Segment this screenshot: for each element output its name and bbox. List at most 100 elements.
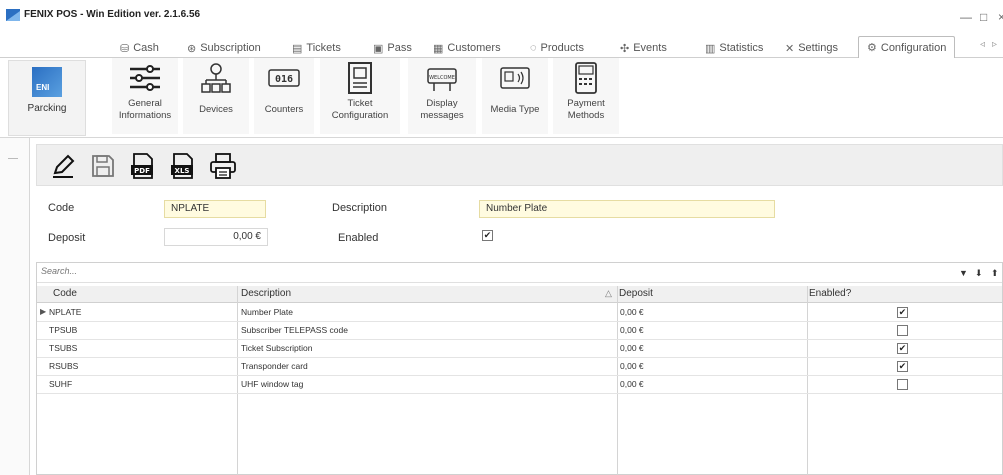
tab-scroll-right-icon[interactable]: ▹ <box>992 39 997 50</box>
payment-methods-button[interactable]: Payment Methods <box>553 58 619 134</box>
table-row[interactable]: ▶ NPLATE Number Plate 0,00 € ✔ <box>37 304 1002 322</box>
description-field[interactable]: Number Plate <box>479 200 775 218</box>
ribbon-label: Media Type <box>490 104 540 115</box>
export-xls-button[interactable]: XLS <box>167 150 199 182</box>
tab-pass[interactable]: ▣ Pass <box>373 39 412 57</box>
ticket-configuration-button[interactable]: Ticket Configuration <box>320 58 400 134</box>
ribbon-label: messages <box>420 110 464 121</box>
save-icon <box>92 155 114 177</box>
print-button[interactable] <box>207 150 239 182</box>
column-header-enabled[interactable]: Enabled? <box>809 288 851 299</box>
tab-customers[interactable]: ▦ Customers <box>433 39 501 57</box>
cell-description: Transponder card <box>241 361 308 371</box>
row-enabled-checkbox[interactable]: ✔ <box>897 307 908 318</box>
cell-description: Subscriber TELEPASS code <box>241 325 348 335</box>
detail-form: Code NPLATE Description Number Plate Dep… <box>36 190 1003 260</box>
cell-description: UHF window tag <box>241 379 304 389</box>
devices-button[interactable]: Devices <box>183 58 249 134</box>
svg-text:WELCOME: WELCOME <box>429 75 455 81</box>
tab-label: Customers <box>447 42 501 54</box>
tickets-icon: ▤ <box>292 42 303 55</box>
tab-subscription[interactable]: ⊛ Subscription <box>187 39 261 57</box>
media-type-button[interactable]: Media Type <box>482 58 548 134</box>
tab-label: Subscription <box>200 42 261 54</box>
cell-code: RSUBS <box>49 361 79 371</box>
table-row[interactable]: SUHF UHF window tag 0,00 € <box>37 376 1002 394</box>
deposit-field[interactable]: 0,00 € <box>164 228 268 246</box>
row-enabled-checkbox[interactable] <box>897 379 908 390</box>
xls-label: XLS <box>175 167 190 175</box>
grid-search-row: ▼ ⬇ ⬆ <box>37 263 1002 283</box>
cell-deposit: 0,00 € <box>620 325 644 335</box>
move-down-icon[interactable]: ⬇ <box>975 268 983 279</box>
table-row[interactable]: RSUBS Transponder card 0,00 € ✔ <box>37 358 1002 376</box>
parking-app-tile[interactable]: ENI Parcking <box>8 60 86 136</box>
tab-settings[interactable]: ✕ Settings <box>785 39 838 57</box>
counter-display-icon: 016 <box>262 58 306 98</box>
tab-events[interactable]: ✣ Events <box>620 39 667 57</box>
customers-icon: ▦ <box>433 42 444 55</box>
counters-button[interactable]: 016 Counters <box>254 58 314 134</box>
payment-terminal-icon <box>564 58 608 98</box>
column-header-description[interactable]: Description <box>241 288 291 299</box>
column-header-deposit[interactable]: Deposit <box>619 288 653 299</box>
cell-deposit: 0,00 € <box>620 307 644 317</box>
save-button[interactable] <box>87 150 119 182</box>
row-enabled-checkbox[interactable] <box>897 325 908 336</box>
code-field[interactable]: NPLATE <box>164 200 266 218</box>
xls-export-icon: XLS <box>171 153 193 179</box>
row-enabled-checkbox[interactable]: ✔ <box>897 361 908 372</box>
title-bar: FENIX POS - Win Edition ver. 2.1.6.56 — … <box>0 0 1003 30</box>
tab-label: Tickets <box>306 42 341 54</box>
table-row[interactable]: TPSUB Subscriber TELEPASS code 0,00 € <box>37 322 1002 340</box>
sort-ascending-icon: △ <box>605 288 612 298</box>
tab-label: Cash <box>133 42 159 54</box>
cell-code: NPLATE <box>49 307 82 317</box>
filter-icon[interactable]: ▼ <box>959 268 968 278</box>
column-header-code[interactable]: Code <box>53 288 77 299</box>
display-messages-button[interactable]: WELCOME Display messages <box>408 58 476 134</box>
move-up-icon[interactable]: ⬆ <box>991 268 999 279</box>
export-pdf-button[interactable]: PDF <box>127 150 159 182</box>
tab-label: Settings <box>798 42 838 54</box>
table-row[interactable]: TSUBS Ticket Subscription 0,00 € ✔ <box>37 340 1002 358</box>
app-tile-label: Parcking <box>27 103 67 114</box>
tab-configuration[interactable]: ⚙ Configuration <box>858 36 956 59</box>
pdf-label: PDF <box>134 167 150 175</box>
pass-icon: ▣ <box>373 42 384 55</box>
general-informations-button[interactable]: General Informations <box>112 58 178 134</box>
cell-deposit: 0,00 € <box>620 361 644 371</box>
collapse-panel-strip[interactable] <box>0 138 30 475</box>
record-toolbar: PDF XLS <box>36 144 1003 186</box>
ribbon-label: Methods <box>567 110 605 121</box>
maximize-button[interactable]: □ <box>980 10 987 24</box>
current-row-indicator-icon: ▶ <box>40 307 47 316</box>
print-icon <box>210 153 236 179</box>
tab-statistics[interactable]: ▥ Statistics <box>705 39 763 57</box>
code-label: Code <box>48 202 75 214</box>
enabled-checkbox[interactable]: ✔ <box>482 230 493 241</box>
grid-search-input[interactable] <box>41 266 158 276</box>
row-enabled-checkbox[interactable]: ✔ <box>897 343 908 354</box>
tab-cash[interactable]: ⛁ Cash <box>120 39 159 57</box>
welcome-display-icon: WELCOME <box>420 58 464 98</box>
tab-label: Events <box>633 42 667 54</box>
close-button[interactable]: × <box>998 10 1003 24</box>
edit-button[interactable] <box>47 150 79 182</box>
pencil-icon <box>53 154 75 178</box>
tab-scroll-left-icon[interactable]: ◃ <box>980 39 985 50</box>
settings-icon: ✕ <box>785 42 795 55</box>
tab-products[interactable]: ◌ Products <box>530 39 584 57</box>
tab-label: Products <box>540 42 584 54</box>
app-logo-icon <box>6 9 20 21</box>
grid-header-row: Code Description △ Deposit Enabled? <box>37 286 1002 303</box>
cell-deposit: 0,00 € <box>620 343 644 353</box>
media-type-grid: ▼ ⬇ ⬆ Code Description △ Deposit Enabled… <box>36 262 1003 475</box>
events-icon: ✣ <box>620 42 630 55</box>
cell-deposit: 0,00 € <box>620 379 644 389</box>
minimize-button[interactable]: — <box>960 10 972 24</box>
products-icon: ◌ <box>530 42 537 54</box>
deposit-label: Deposit <box>48 232 86 244</box>
ribbon-label: Ticket <box>347 98 373 109</box>
tab-tickets[interactable]: ▤ Tickets <box>292 39 341 57</box>
